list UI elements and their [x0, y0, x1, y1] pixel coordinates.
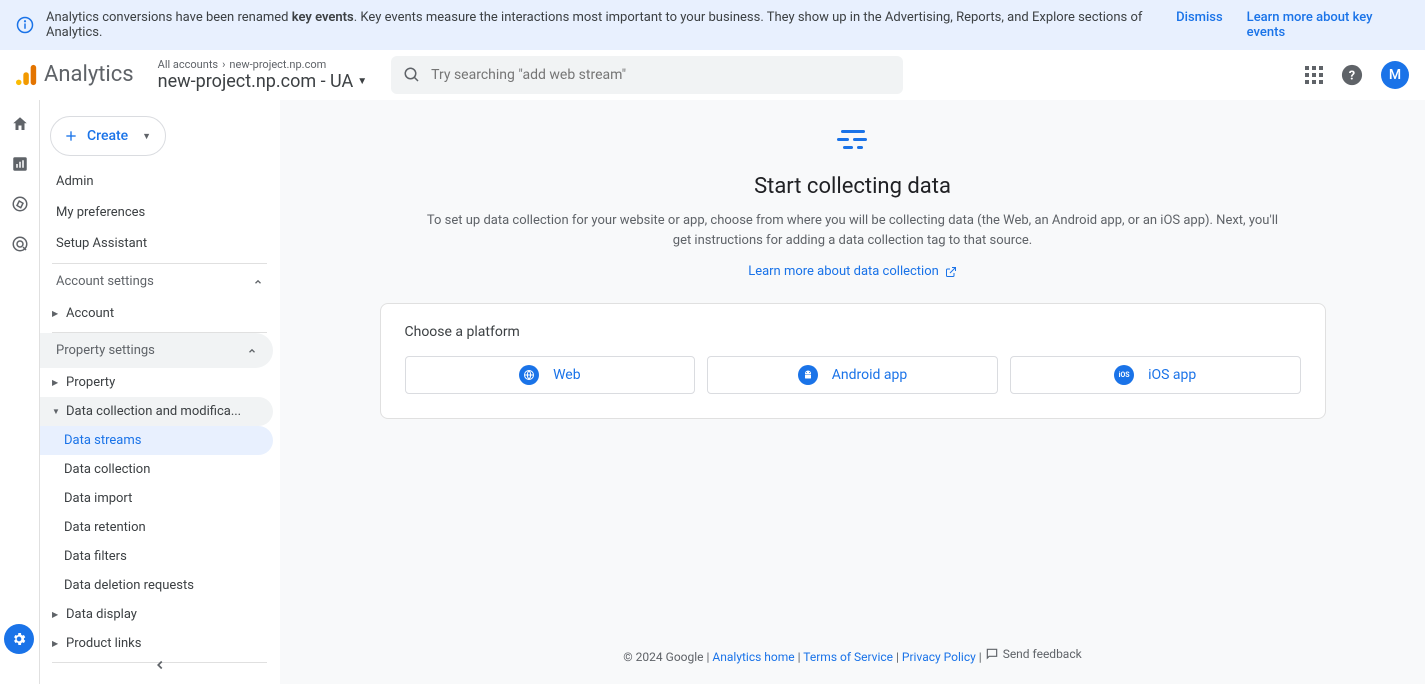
footer: © 2024 Google | Analytics home | Terms o… [280, 639, 1425, 672]
send-feedback-button[interactable]: Send feedback [985, 647, 1082, 661]
nav-rail [0, 100, 40, 684]
learn-more-link[interactable]: Learn more about key events [1247, 10, 1409, 40]
caret-down-icon: ▼ [142, 131, 151, 142]
create-button[interactable]: Create ▼ [50, 116, 166, 156]
advertising-icon[interactable] [10, 234, 30, 254]
property-switcher[interactable]: All accounts › new-project.np.com new-pr… [158, 58, 368, 92]
footer-link-analytics-home[interactable]: Analytics home [712, 650, 794, 664]
admin-settings-fab[interactable] [4, 624, 34, 654]
platform-ios-button[interactable]: iOS iOS app [1010, 356, 1301, 394]
product-name: Analytics [44, 62, 134, 87]
learn-more-data-collection-link[interactable]: Learn more about data collection [748, 264, 957, 279]
info-icon [16, 16, 34, 34]
plus-icon [63, 128, 79, 144]
collapse-sidebar-icon[interactable] [153, 658, 167, 672]
search-icon [403, 66, 421, 84]
sidebar-item-setup-assistant[interactable]: Setup Assistant [40, 228, 279, 259]
tree-item-data-retention[interactable]: Data retention [40, 513, 279, 542]
card-title: Choose a platform [405, 324, 1301, 340]
search-input[interactable] [431, 67, 891, 83]
caret-down-icon: ▼ [357, 76, 367, 87]
analytics-logo-icon [16, 63, 38, 87]
tree-item-data-display[interactable]: ▶ Data display [40, 600, 279, 629]
admin-sidebar: Create ▼ Admin My preferences Setup Assi… [40, 100, 280, 684]
svg-text:?: ? [1349, 68, 1355, 83]
ios-icon: iOS [1114, 365, 1134, 385]
tree-item-data-collection-mod[interactable]: ▼ Data collection and modifica... [40, 397, 273, 426]
caret-right-icon: ▶ [52, 378, 60, 387]
tree-item-data-filters[interactable]: Data filters [40, 542, 279, 571]
footer-link-privacy[interactable]: Privacy Policy [902, 650, 976, 664]
caret-right-icon: ▶ [52, 610, 60, 619]
footer-link-terms[interactable]: Terms of Service [803, 650, 893, 664]
chevron-right-icon: › [222, 58, 225, 71]
dismiss-link[interactable]: Dismiss [1176, 10, 1223, 40]
banner-text: Analytics conversions have been renamed … [46, 10, 1176, 40]
tree-item-data-deletion[interactable]: Data deletion requests [40, 571, 279, 600]
page-title: Start collecting data [754, 174, 951, 199]
sidebar-item-preferences[interactable]: My preferences [40, 197, 279, 228]
tree-item-account[interactable]: ▶ Account [40, 299, 279, 328]
android-icon [798, 365, 818, 385]
feedback-icon [985, 647, 999, 661]
notification-banner: Analytics conversions have been renamed … [0, 0, 1425, 50]
help-icon[interactable]: ? [1341, 64, 1363, 86]
page-description: To set up data collection for your websi… [423, 211, 1283, 250]
tree-item-data-import[interactable]: Data import [40, 484, 279, 513]
globe-icon [519, 365, 539, 385]
caret-down-icon: ▼ [52, 407, 60, 416]
topbar: Analytics All accounts › new-project.np.… [0, 50, 1425, 100]
tree-item-data-collection[interactable]: Data collection [40, 455, 279, 484]
reports-icon[interactable] [10, 154, 30, 174]
section-account-settings[interactable]: Account settings [40, 264, 279, 299]
apps-icon[interactable] [1305, 66, 1323, 84]
data-collection-hero-icon [837, 128, 869, 156]
platform-web-button[interactable]: Web [405, 356, 696, 394]
sidebar-item-admin[interactable]: Admin [40, 166, 279, 197]
main-content: Start collecting data To set up data col… [280, 100, 1425, 684]
caret-right-icon: ▶ [52, 309, 60, 318]
tree-item-property[interactable]: ▶ Property [40, 368, 279, 397]
platform-card: Choose a platform Web Android app iOS iO… [380, 303, 1326, 419]
home-icon[interactable] [10, 114, 30, 134]
search-box[interactable] [391, 56, 903, 94]
chevron-up-icon [247, 346, 257, 356]
caret-right-icon: ▶ [52, 639, 60, 648]
chevron-up-icon [253, 277, 263, 287]
section-property-settings[interactable]: Property settings [40, 333, 273, 368]
tree-item-product-links[interactable]: ▶ Product links [40, 629, 279, 658]
platform-android-button[interactable]: Android app [707, 356, 998, 394]
avatar[interactable]: M [1381, 61, 1409, 89]
explore-icon[interactable] [10, 194, 30, 214]
tree-item-data-streams[interactable]: Data streams [40, 426, 273, 455]
external-link-icon [945, 266, 957, 278]
